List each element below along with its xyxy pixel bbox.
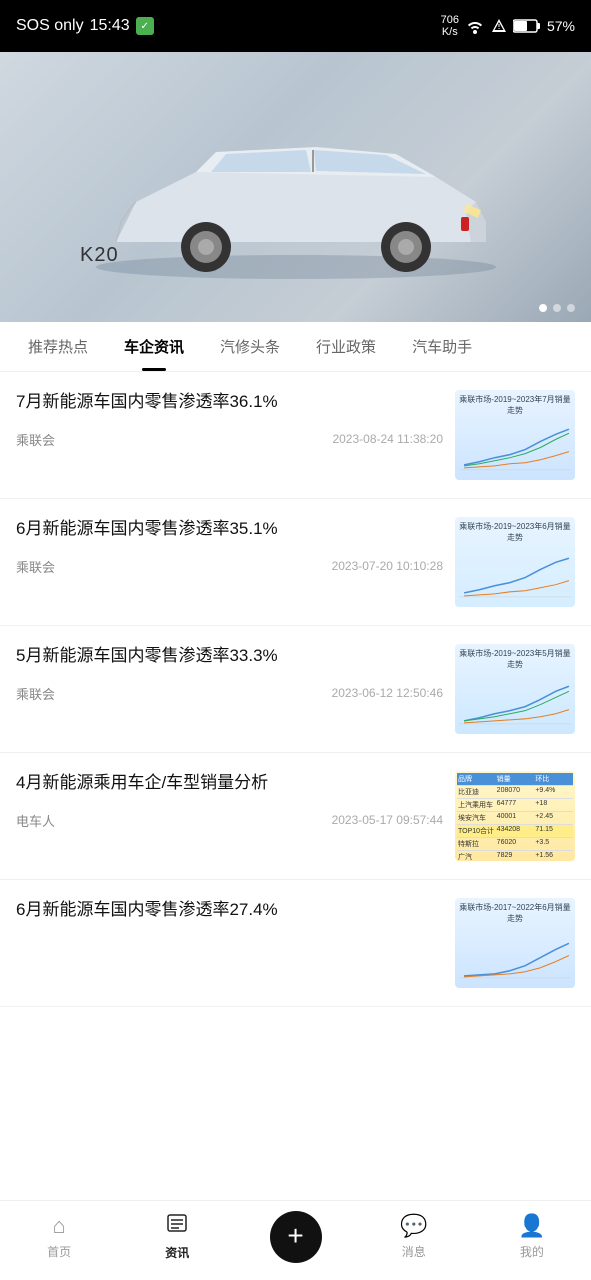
news-title-4: 4月新能源乘用车企/车型销量分析	[16, 771, 443, 795]
tab-recommend[interactable]: 推荐热点	[10, 322, 106, 371]
time-text: 15:43	[90, 17, 130, 35]
hero-indicators	[539, 304, 575, 312]
hero-banner[interactable]: K20	[0, 52, 591, 322]
nav-news-label: 资讯	[165, 1244, 189, 1261]
nav-home-label: 首页	[47, 1243, 71, 1260]
nav-mine-label: 我的	[520, 1243, 544, 1260]
nav-news[interactable]: 资讯	[118, 1212, 236, 1261]
news-thumb-2: 乘联市场-2019~2023年6月销量走势	[455, 517, 575, 607]
status-left: SOS only 15:43 ✓	[16, 17, 154, 35]
news-meta-2: 乘联会 2023-07-20 10:10:28	[16, 557, 443, 576]
nav-mine[interactable]: 👤 我的	[473, 1213, 591, 1260]
news-thumb-4: 品牌 销量 环比 比亚迪 208070 +9.4% 上汽乘用车 64777 +1…	[455, 771, 575, 861]
nav-messages-label: 消息	[402, 1243, 426, 1260]
hero-dot-2	[553, 304, 561, 312]
status-bar: SOS only 15:43 ✓ 706 K/s 57%	[0, 0, 591, 52]
news-item-5[interactable]: 6月新能源车国内零售渗透率27.4% 乘联市场-2017~2022年6月销量走势	[0, 880, 591, 1007]
tab-assist[interactable]: 汽车助手	[394, 322, 490, 371]
news-source-4: 电车人	[16, 811, 55, 830]
news-item-2[interactable]: 6月新能源车国内零售渗透率35.1% 乘联会 2023-07-20 10:10:…	[0, 499, 591, 626]
nav-home[interactable]: ⌂ 首页	[0, 1213, 118, 1260]
news-meta-3: 乘联会 2023-06-12 12:50:46	[16, 684, 443, 703]
news-content-5: 6月新能源车国内零售渗透率27.4%	[16, 898, 443, 938]
warning-icon	[491, 18, 507, 34]
mine-icon: 👤	[518, 1213, 545, 1239]
page-content: K20 推荐热点 车企资讯 汽修头条 行业政策 汽车助手 7月新能源车国内零售渗…	[0, 52, 591, 1097]
news-list: 7月新能源车国内零售渗透率36.1% 乘联会 2023-08-24 11:38:…	[0, 372, 591, 1007]
news-date-3: 2023-06-12 12:50:46	[332, 686, 443, 700]
sos-text: SOS only	[16, 17, 84, 35]
tab-qixiu[interactable]: 汽修头条	[202, 322, 298, 371]
news-thumb-1: 乘联市场-2019~2023年7月销量走势	[455, 390, 575, 480]
category-tabs: 推荐热点 车企资讯 汽修头条 行业政策 汽车助手	[0, 322, 591, 372]
tab-qiche[interactable]: 车企资讯	[106, 322, 202, 371]
news-title-5: 6月新能源车国内零售渗透率27.4%	[16, 898, 443, 922]
tab-policy[interactable]: 行业政策	[298, 322, 394, 371]
network-speed: 706 K/s	[441, 14, 459, 38]
news-item-1[interactable]: 7月新能源车国内零售渗透率36.1% 乘联会 2023-08-24 11:38:…	[0, 372, 591, 499]
news-date-1: 2023-08-24 11:38:20	[332, 432, 443, 446]
bottom-navigation: ⌂ 首页 资讯 + 💬 消息 👤 我的	[0, 1200, 591, 1280]
hero-dot-1	[539, 304, 547, 312]
app-indicator-icon: ✓	[136, 17, 154, 35]
status-right: 706 K/s 57%	[441, 14, 575, 38]
add-icon: +	[287, 1222, 303, 1250]
news-content-4: 4月新能源乘用车企/车型销量分析 电车人 2023-05-17 09:57:44	[16, 771, 443, 830]
news-title-1: 7月新能源车国内零售渗透率36.1%	[16, 390, 443, 414]
news-meta-4: 电车人 2023-05-17 09:57:44	[16, 811, 443, 830]
news-icon	[166, 1212, 188, 1240]
battery-percent: 57%	[547, 18, 575, 34]
wifi-icon	[465, 18, 485, 34]
news-source-2: 乘联会	[16, 557, 55, 576]
news-thumb-3: 乘联市场-2019~2023年5月销量走势	[455, 644, 575, 734]
news-date-2: 2023-07-20 10:10:28	[332, 559, 443, 573]
news-content-3: 5月新能源车国内零售渗透率33.3% 乘联会 2023-06-12 12:50:…	[16, 644, 443, 703]
news-date-4: 2023-05-17 09:57:44	[332, 813, 443, 827]
news-source-3: 乘联会	[16, 684, 55, 703]
battery-icon	[513, 18, 541, 34]
hero-dot-3	[567, 304, 575, 312]
messages-icon: 💬	[400, 1213, 427, 1239]
news-thumb-5: 乘联市场-2017~2022年6月销量走势	[455, 898, 575, 988]
car-image	[56, 122, 536, 292]
nav-messages[interactable]: 💬 消息	[355, 1213, 473, 1260]
news-item-4[interactable]: 4月新能源乘用车企/车型销量分析 电车人 2023-05-17 09:57:44…	[0, 753, 591, 880]
news-title-2: 6月新能源车国内零售渗透率35.1%	[16, 517, 443, 541]
car-model-label: K20	[80, 244, 119, 267]
news-title-3: 5月新能源车国内零售渗透率33.3%	[16, 644, 443, 668]
news-meta-1: 乘联会 2023-08-24 11:38:20	[16, 430, 443, 449]
home-icon: ⌂	[52, 1213, 65, 1239]
news-source-1: 乘联会	[16, 430, 55, 449]
news-item-3[interactable]: 5月新能源车国内零售渗透率33.3% 乘联会 2023-06-12 12:50:…	[0, 626, 591, 753]
nav-add[interactable]: +	[236, 1211, 354, 1263]
news-content-2: 6月新能源车国内零售渗透率35.1% 乘联会 2023-07-20 10:10:…	[16, 517, 443, 576]
add-button[interactable]: +	[270, 1211, 322, 1263]
news-content-1: 7月新能源车国内零售渗透率36.1% 乘联会 2023-08-24 11:38:…	[16, 390, 443, 449]
